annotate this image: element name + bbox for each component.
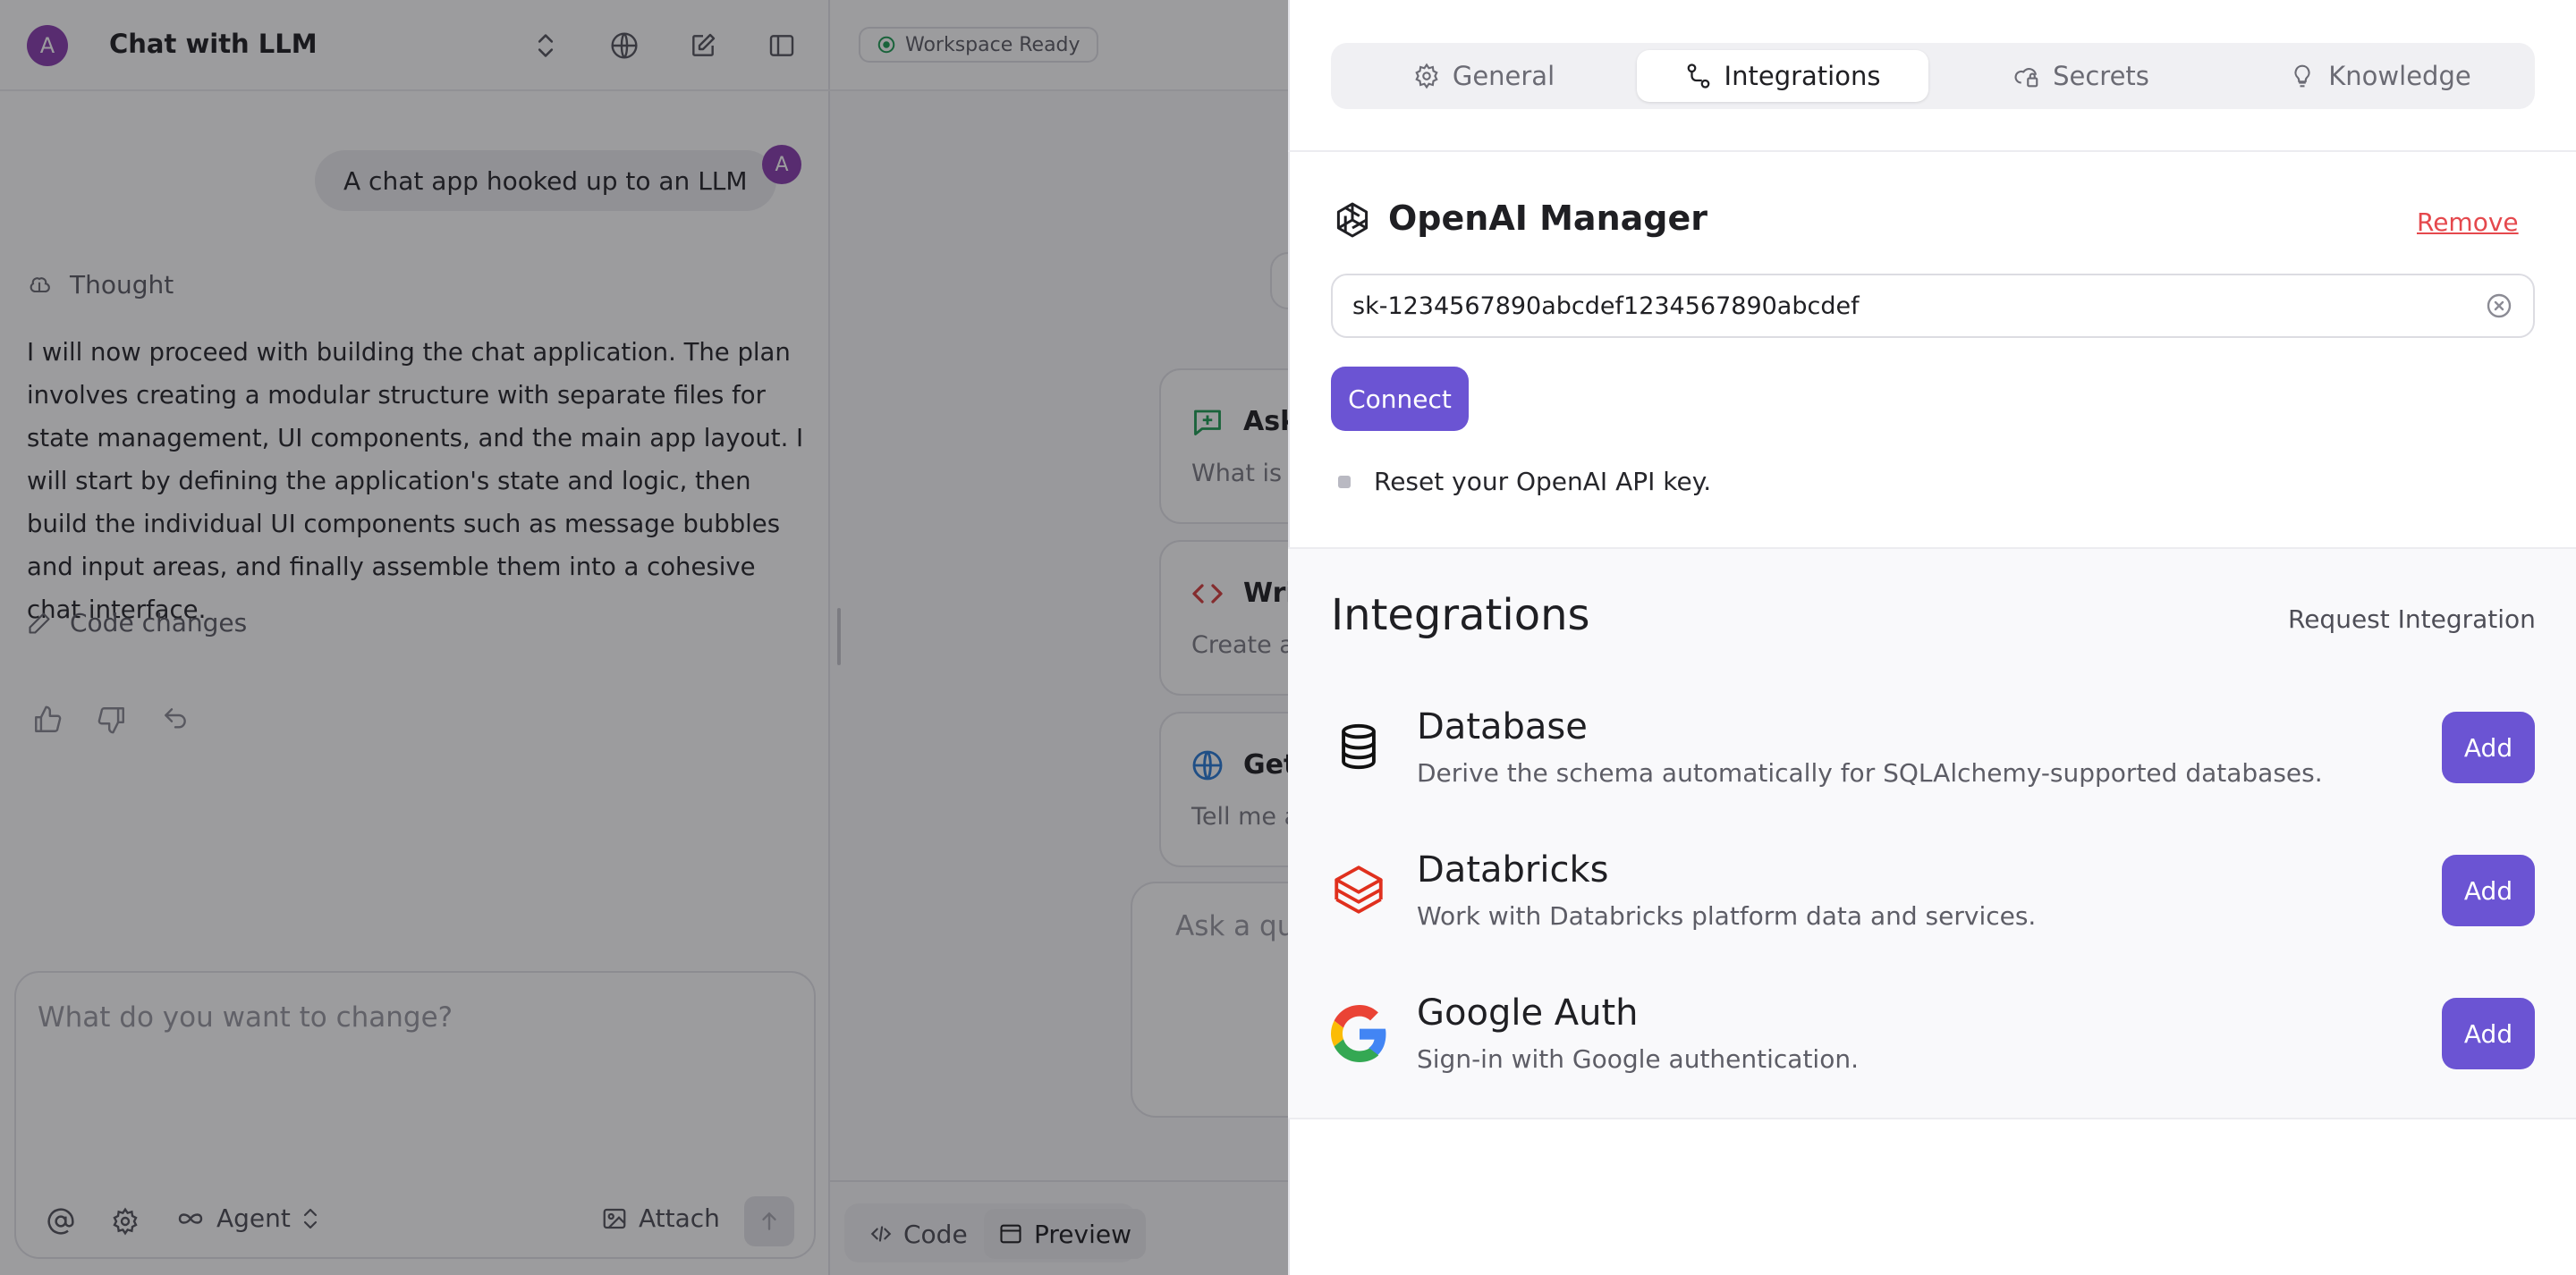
integration-name: Database [1417, 706, 1588, 747]
add-databricks-button[interactable]: Add [2442, 855, 2535, 926]
add-google-auth-button[interactable]: Add [2442, 998, 2535, 1069]
google-icon [1331, 1005, 1388, 1062]
request-integration-link[interactable]: Request Integration [2288, 604, 2536, 634]
key-cloud-icon [2013, 63, 2040, 89]
tab-knowledge-label: Knowledge [2328, 61, 2471, 91]
tab-integrations-label: Integrations [1724, 61, 1881, 91]
tab-knowledge[interactable]: Knowledge [2234, 50, 2526, 102]
connect-button[interactable]: Connect [1331, 367, 1469, 431]
api-key-input[interactable] [1331, 274, 2535, 338]
clear-icon[interactable] [2485, 291, 2513, 320]
tab-general-label: General [1452, 61, 1555, 91]
integration-description: Work with Databricks platform data and s… [1417, 901, 2037, 931]
gear-icon [1413, 63, 1440, 89]
integration-name: Google Auth [1417, 992, 1639, 1034]
tab-integrations[interactable]: Integrations [1637, 50, 1928, 102]
integration-name: Databricks [1417, 849, 1609, 891]
settings-tabs: General Integrations Secrets Knowledge [1331, 43, 2535, 109]
manager-title: OpenAI Manager [1388, 198, 1707, 238]
integration-description: Sign-in with Google authentication. [1417, 1044, 1859, 1074]
databricks-icon [1329, 860, 1388, 919]
workflow-icon [1685, 63, 1712, 89]
remove-link[interactable]: Remove [2417, 207, 2519, 237]
openai-logo-icon [1331, 198, 1374, 241]
integrations-heading: Integrations [1331, 590, 1590, 640]
add-database-button[interactable]: Add [2442, 712, 2535, 783]
lightbulb-icon [2289, 63, 2316, 89]
integration-description: Derive the schema automatically for SQLA… [1417, 758, 2323, 788]
manager-note: Reset your OpenAI API key. [1338, 467, 1711, 496]
bullet-icon [1338, 475, 1351, 488]
tab-secrets[interactable]: Secrets [1936, 50, 2227, 102]
tab-secrets-label: Secrets [2053, 61, 2149, 91]
manager-note-text: Reset your OpenAI API key. [1374, 467, 1712, 496]
database-icon [1333, 721, 1385, 773]
modal-backdrop[interactable] [0, 0, 1288, 1275]
tab-general[interactable]: General [1338, 50, 1630, 102]
divider [1288, 150, 2576, 152]
